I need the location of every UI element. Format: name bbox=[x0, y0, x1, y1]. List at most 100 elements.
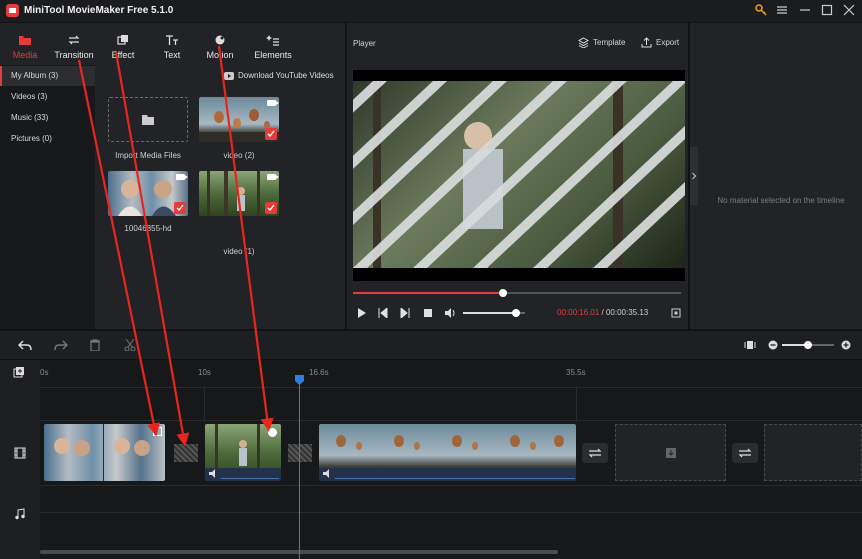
effect-icon bbox=[99, 32, 147, 48]
zoom-slider[interactable] bbox=[782, 341, 834, 349]
tab-transition-label: Transition bbox=[54, 50, 94, 60]
close-icon[interactable] bbox=[843, 4, 855, 16]
play-icon[interactable] bbox=[357, 308, 367, 318]
redo-icon[interactable] bbox=[54, 339, 68, 351]
video-track-icon bbox=[14, 447, 26, 459]
volume-slider[interactable] bbox=[463, 309, 525, 317]
volume-icon[interactable] bbox=[444, 308, 456, 318]
sidebar-item-music[interactable]: Music (33) bbox=[0, 108, 95, 128]
tick-label: 0s bbox=[40, 368, 49, 377]
sidebar-item-videos[interactable]: Videos (3) bbox=[0, 87, 95, 107]
zoom-out-icon[interactable] bbox=[768, 340, 778, 350]
media-thumb-video-1[interactable] bbox=[199, 171, 279, 216]
sidebar-item-my-album[interactable]: My Album (3) bbox=[0, 66, 95, 86]
zoom-in-icon[interactable] bbox=[841, 340, 851, 350]
menu-icon[interactable] bbox=[776, 4, 788, 16]
playhead-line bbox=[299, 376, 300, 559]
timeline-toolbar bbox=[0, 331, 862, 359]
checkmark-icon bbox=[265, 202, 277, 214]
video-badge-icon bbox=[267, 174, 279, 180]
template-button[interactable]: Template bbox=[578, 37, 625, 48]
swap-icon bbox=[738, 448, 752, 458]
media-thumb-10046855-hd[interactable] bbox=[108, 171, 188, 216]
playback-progress-bar[interactable] bbox=[353, 289, 681, 297]
motion-badge-icon bbox=[268, 428, 277, 437]
tab-text-label: Text bbox=[163, 50, 181, 60]
video-badge-icon bbox=[267, 100, 279, 106]
total-time: 00:00:35.13 bbox=[605, 308, 649, 317]
layers-icon bbox=[578, 37, 589, 48]
progress-handle[interactable] bbox=[498, 289, 507, 297]
media-caption-video-2: video (2) bbox=[223, 151, 255, 160]
properties-panel: No material selected on the timeline bbox=[690, 23, 862, 329]
media-sidebar: My Album (3) Videos (3) Music (33) Pictu… bbox=[0, 65, 95, 329]
current-time: 00:00:16.01 bbox=[557, 308, 600, 317]
tick-label: 16.6s bbox=[309, 368, 329, 377]
app-logo-icon bbox=[6, 4, 19, 17]
delete-icon[interactable] bbox=[89, 339, 101, 351]
tab-text[interactable]: Text bbox=[148, 29, 196, 79]
volume-handle[interactable] bbox=[511, 309, 520, 317]
template-label: Template bbox=[593, 38, 626, 47]
undo-icon[interactable] bbox=[18, 339, 32, 351]
timeline-clip-people[interactable] bbox=[44, 424, 165, 481]
import-media-button[interactable] bbox=[108, 97, 188, 142]
timeline-clip-balloons[interactable] bbox=[319, 424, 576, 481]
split-icon[interactable] bbox=[124, 339, 136, 351]
media-caption-video-1: video (1) bbox=[223, 247, 255, 256]
maximize-icon[interactable] bbox=[821, 4, 833, 16]
time-separator: / bbox=[601, 308, 604, 317]
fullscreen-icon[interactable] bbox=[671, 308, 681, 318]
elements-icon bbox=[246, 32, 300, 48]
export-label: Export bbox=[656, 38, 680, 47]
tick-label: 10s bbox=[198, 368, 211, 377]
transition-icon bbox=[50, 32, 98, 48]
progress-fill bbox=[353, 292, 503, 294]
export-button[interactable]: Export bbox=[641, 37, 679, 48]
add-track-icon[interactable] bbox=[13, 366, 25, 378]
previous-frame-icon[interactable] bbox=[378, 308, 388, 318]
playhead-handle[interactable] bbox=[295, 375, 304, 385]
tick-label: 35.5s bbox=[566, 368, 586, 377]
swap-icon bbox=[588, 448, 602, 458]
import-icon bbox=[665, 447, 676, 458]
track-headers bbox=[0, 360, 40, 559]
time-display: 00:00:16.01 / 00:00:35.13 bbox=[557, 308, 648, 317]
clip-overlay-icon bbox=[153, 427, 162, 436]
media-thumb-video-2[interactable] bbox=[199, 97, 279, 142]
youtube-icon bbox=[224, 71, 234, 80]
motion-icon bbox=[196, 32, 244, 48]
timeline-clip-forest[interactable] bbox=[205, 424, 281, 481]
swap-transition-button[interactable] bbox=[732, 443, 758, 463]
stop-icon[interactable] bbox=[423, 308, 433, 318]
folder-icon bbox=[142, 114, 154, 125]
tab-effect-label: Effect bbox=[111, 50, 135, 60]
video-preview[interactable] bbox=[353, 70, 685, 281]
sidebar-item-pictures[interactable]: Pictures (0) bbox=[0, 129, 95, 149]
player-panel: Player Template Export 00:00:16.01 / 00:… bbox=[347, 23, 688, 329]
text-icon bbox=[148, 32, 196, 48]
next-frame-icon[interactable] bbox=[400, 308, 410, 318]
swap-transition-button[interactable] bbox=[582, 443, 608, 463]
tab-media-label: Media bbox=[12, 50, 38, 60]
tab-motion-label: Motion bbox=[206, 50, 234, 60]
fit-zoom-icon[interactable] bbox=[744, 339, 756, 351]
download-youtube-link[interactable]: Download YouTube Videos bbox=[224, 71, 334, 80]
player-label: Player bbox=[353, 39, 376, 48]
transition-slot[interactable] bbox=[174, 444, 198, 462]
collapse-handle[interactable] bbox=[690, 147, 698, 205]
key-icon[interactable] bbox=[755, 4, 767, 16]
transition-slot[interactable] bbox=[288, 444, 312, 462]
checkmark-icon bbox=[174, 202, 186, 214]
empty-clip-slot[interactable] bbox=[615, 424, 726, 481]
download-youtube-label: Download YouTube Videos bbox=[238, 71, 334, 80]
checkmark-icon bbox=[265, 128, 277, 140]
empty-clip-slot[interactable] bbox=[764, 424, 862, 481]
import-media-label: Import Media Files bbox=[115, 151, 181, 160]
tab-effect[interactable]: Effect bbox=[99, 29, 147, 79]
media-caption-10046855-hd: 10046855-hd bbox=[124, 224, 172, 233]
zoom-handle[interactable] bbox=[804, 341, 812, 349]
tab-elements-label: Elements bbox=[254, 50, 292, 60]
no-material-text: No material selected on the timeline bbox=[717, 196, 845, 205]
minimize-icon[interactable] bbox=[799, 4, 811, 16]
